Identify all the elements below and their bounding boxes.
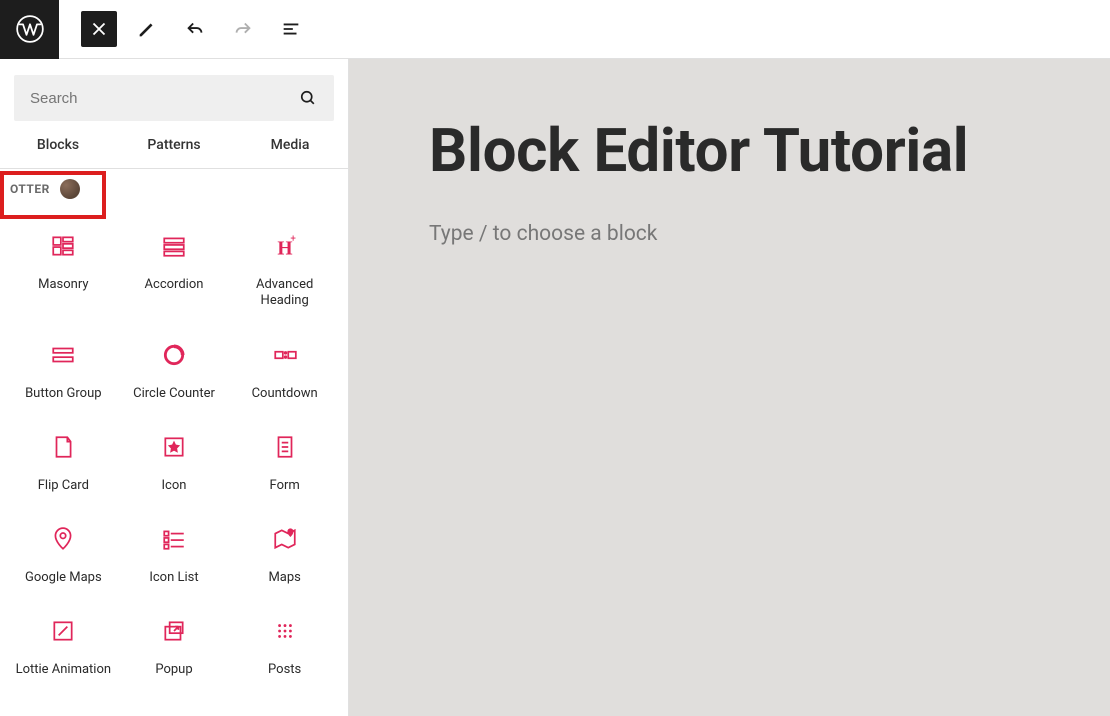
icon-list-icon [161,526,187,552]
block-label: Form [270,478,300,494]
block-item-icon-list[interactable]: Icon List [119,512,230,594]
block-label: Circle Counter [133,386,215,402]
block-item-flip-card[interactable]: Flip Card [8,420,119,502]
block-label: Google Maps [25,570,102,586]
block-item-advanced-heading[interactable]: H+ Advanced Heading [229,219,340,318]
block-label: Maps [268,570,300,586]
edit-mode-button[interactable] [129,11,165,47]
icon-icon [161,434,187,460]
circle-counter-icon [161,342,187,368]
tab-patterns[interactable]: Patterns [116,125,232,165]
svg-text:+: + [290,234,296,245]
top-toolbar [0,0,1110,59]
block-label: Accordion [145,277,204,293]
lottie-icon [50,618,76,644]
document-overview-button[interactable] [273,11,309,47]
undo-icon [184,18,206,40]
block-item-masonry[interactable]: Masonry [8,219,119,318]
editor-canvas[interactable]: Block Editor Tutorial Type / to choose a… [349,59,1110,716]
block-item-popup[interactable]: Popup [119,604,230,686]
search-icon [298,88,318,108]
block-item-accordion[interactable]: Accordion [119,219,230,318]
list-view-icon [280,18,302,40]
block-label: Icon List [149,570,198,586]
block-label: Countdown [252,386,318,402]
redo-icon [232,18,254,40]
block-item-form[interactable]: Form [229,420,340,502]
advanced-heading-icon: H+ [272,233,298,259]
block-search[interactable] [14,75,334,121]
pencil-icon [136,18,158,40]
block-label: Advanced Heading [235,277,334,310]
wordpress-icon [16,15,44,43]
otter-icon [60,179,80,199]
search-input[interactable] [30,90,298,107]
post-title[interactable]: Block Editor Tutorial [429,119,1030,182]
block-item-circle-counter[interactable]: Circle Counter [119,328,230,410]
undo-button[interactable] [177,11,213,47]
google-maps-icon [50,526,76,552]
block-item-google-maps[interactable]: Google Maps [8,512,119,594]
block-placeholder[interactable]: Type / to choose a block [429,222,1030,246]
popup-icon [161,618,187,644]
posts-icon [272,618,298,644]
countdown-icon [272,342,298,368]
category-label: OTTER [10,182,50,196]
block-label: Posts [268,662,301,678]
flip-card-icon [50,434,76,460]
block-item-button-group[interactable]: Button Group [8,328,119,410]
block-label: Button Group [25,386,101,402]
tab-blocks[interactable]: Blocks [0,125,116,165]
close-inserter-button[interactable] [81,11,117,47]
block-item-countdown[interactable]: Countdown [229,328,340,410]
close-icon [88,18,110,40]
inserter-tabs: Blocks Patterns Media [0,121,348,169]
block-item-posts[interactable]: Posts [229,604,340,686]
masonry-icon [50,233,76,259]
block-label: Masonry [38,277,88,293]
block-label: Lottie Animation [16,662,112,678]
tab-media[interactable]: Media [232,125,348,165]
block-grid: Masonry Accordion H+ Advanced Heading Bu… [0,207,348,699]
form-icon [272,434,298,460]
block-item-icon[interactable]: Icon [119,420,230,502]
block-label: Flip Card [38,478,89,494]
block-item-maps[interactable]: Maps [229,512,340,594]
inserter-sidebar: Blocks Patterns Media OTTER Masonry [0,59,349,716]
redo-button[interactable] [225,11,261,47]
category-header-otter: OTTER [0,171,348,207]
block-item-lottie[interactable]: Lottie Animation [8,604,119,686]
maps-icon [272,526,298,552]
block-label: Popup [155,662,192,678]
button-group-icon [50,342,76,368]
wordpress-logo[interactable] [0,0,59,59]
block-label: Icon [162,478,187,494]
accordion-icon [161,233,187,259]
